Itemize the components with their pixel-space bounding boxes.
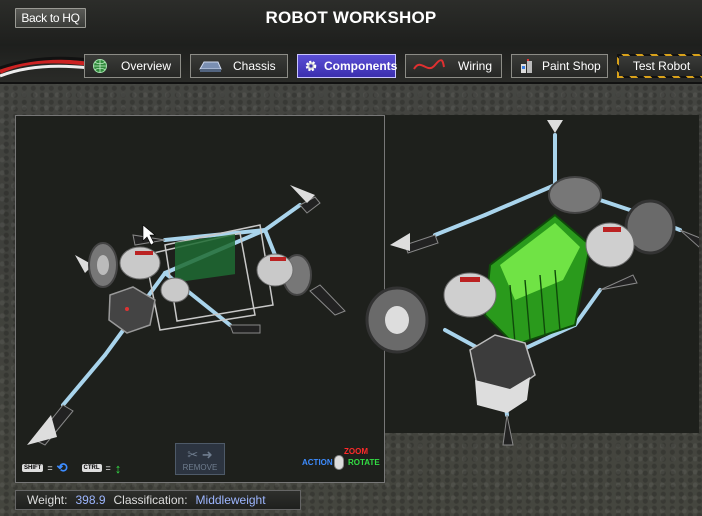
mouse-icon bbox=[334, 455, 344, 470]
top-bar: Back to HQ ROBOT WORKSHOP Overview Chass… bbox=[0, 0, 702, 84]
weight-value: 398.9 bbox=[75, 493, 106, 507]
mouse-controls-legend: ZOOM ACTION ROTATE bbox=[300, 447, 380, 475]
shift-key-badge: SHIFT bbox=[22, 464, 44, 472]
wire-icon bbox=[412, 58, 446, 74]
robot-stats-bar: Weight: 398.9 Classification: Middleweig… bbox=[15, 490, 301, 510]
tab-label: Paint Shop bbox=[542, 59, 601, 73]
classification-label: Classification: bbox=[113, 493, 188, 507]
page-title: ROBOT WORKSHOP bbox=[265, 8, 437, 27]
rotate-label: ROTATE bbox=[348, 458, 380, 467]
tab-label: Chassis bbox=[233, 59, 276, 73]
tab-wiring[interactable]: Wiring bbox=[405, 54, 502, 78]
paint-cans-icon bbox=[518, 58, 536, 74]
rotate-arrow-icon: ⟲ bbox=[56, 460, 68, 475]
tab-label: Test Robot bbox=[632, 59, 691, 73]
robot-3d-viewport[interactable] bbox=[15, 115, 385, 483]
tab-overview[interactable]: Overview bbox=[84, 54, 181, 78]
tab-components[interactable]: Components bbox=[297, 54, 398, 78]
gear-icon bbox=[304, 58, 318, 74]
vertical-arrow-icon: ↕ bbox=[114, 460, 122, 476]
decorative-wires bbox=[0, 56, 90, 78]
tab-test-robot[interactable]: Test Robot bbox=[617, 54, 702, 78]
tab-paint-shop[interactable]: Paint Shop bbox=[511, 54, 608, 78]
tab-label: Wiring bbox=[458, 59, 493, 73]
key-hints: SHIFT = ⟲ CTRL = ↕ bbox=[22, 460, 121, 476]
ctrl-key-badge: CTRL bbox=[81, 464, 102, 472]
tab-label: Overview bbox=[121, 59, 172, 73]
weight-label: Weight: bbox=[27, 493, 68, 507]
equals-sign: = bbox=[47, 463, 53, 473]
tab-label: Components bbox=[324, 59, 398, 73]
equals-sign: = bbox=[105, 463, 111, 473]
tab-chassis[interactable]: Chassis bbox=[190, 54, 288, 78]
classification-value: Middleweight bbox=[195, 493, 266, 507]
remove-button[interactable]: ✂ ➜ REMOVE bbox=[175, 443, 225, 475]
robot-3d-viewport-extension[interactable] bbox=[385, 115, 699, 433]
zoom-label: ZOOM bbox=[344, 447, 368, 456]
workshop-tabs: Overview Chassis Components Wiring Paint… bbox=[84, 54, 702, 78]
remove-label: REMOVE bbox=[182, 463, 218, 472]
globe-icon bbox=[91, 58, 109, 74]
remove-icon: ✂ ➜ bbox=[187, 447, 213, 462]
action-label: ACTION bbox=[302, 458, 333, 467]
chassis-icon bbox=[197, 58, 223, 74]
